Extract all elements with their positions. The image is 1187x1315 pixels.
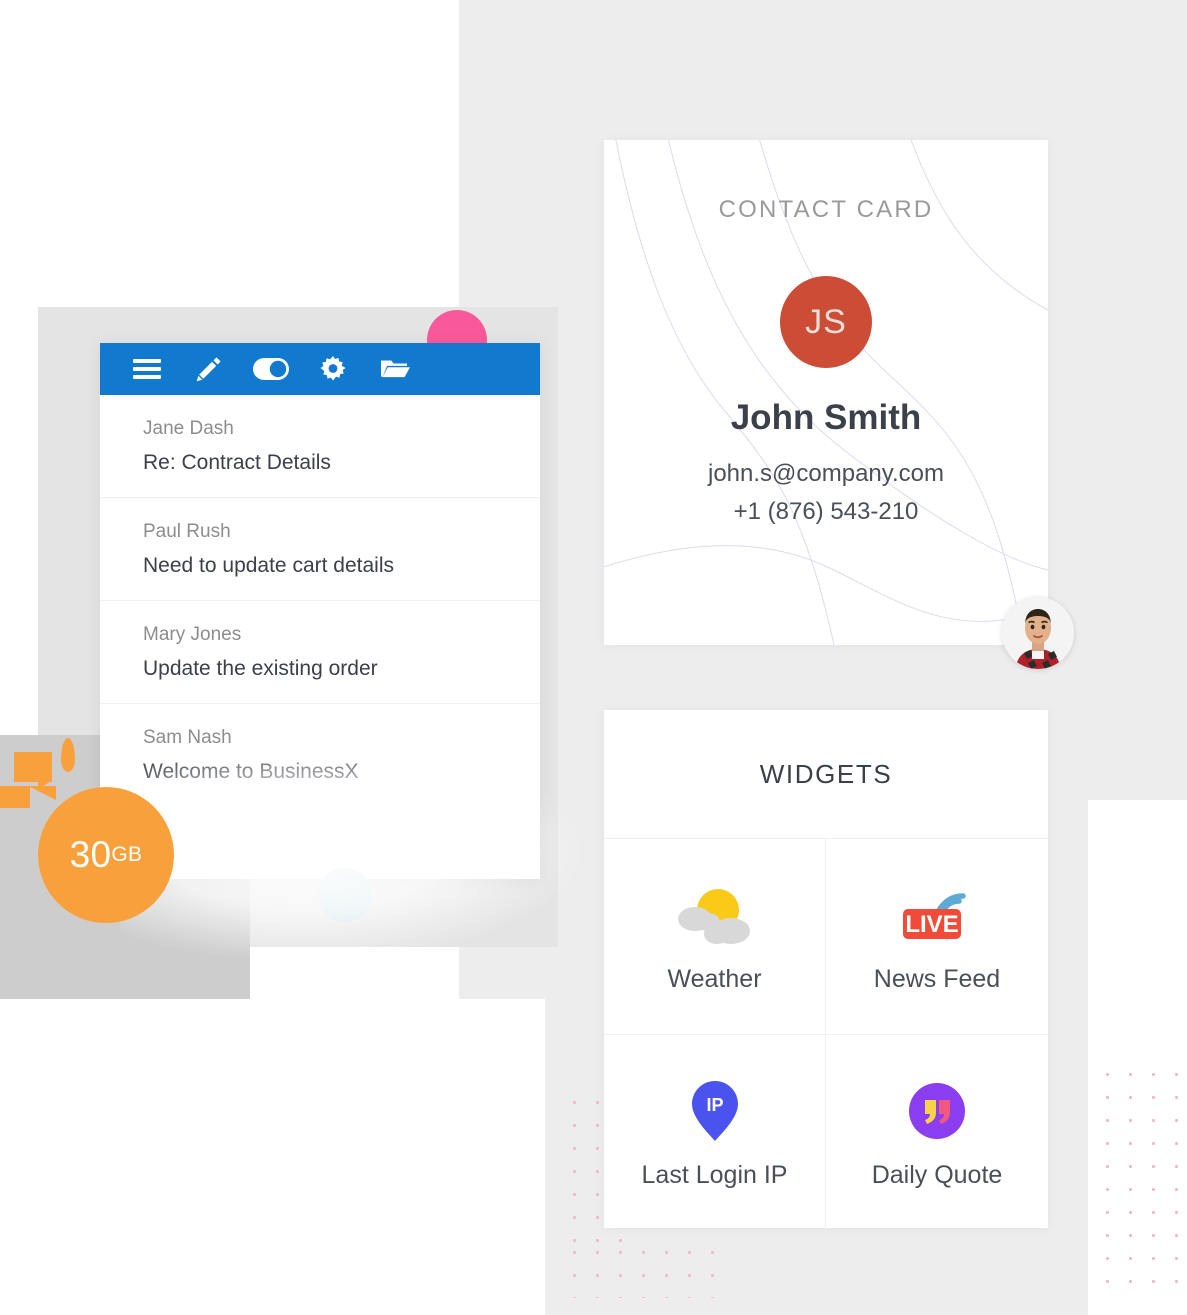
- widget-label: Weather: [667, 965, 762, 993]
- decorative-circle-lightblue: [318, 868, 372, 922]
- dot-grid-pattern-horizontal: [560, 1238, 722, 1298]
- message-subject: Update the existing order: [143, 657, 378, 680]
- toggle-switch-icon[interactable]: [240, 343, 302, 395]
- live-broadcast-icon: LIVE: [897, 879, 977, 951]
- page-title: CONTACT CARD: [718, 196, 934, 223]
- chat-bubble-icon: [14, 752, 52, 790]
- map-pin-ip-icon: IP: [687, 1075, 743, 1147]
- message-sender: Paul Rush: [143, 521, 231, 542]
- message-sender: Sam Nash: [143, 727, 232, 748]
- widget-daily-quote[interactable]: Daily Quote: [826, 1035, 1048, 1230]
- svg-text:IP: IP: [706, 1095, 723, 1115]
- contact-email[interactable]: john.s@company.com: [604, 460, 1048, 488]
- message-subject: Re: Contract Details: [143, 451, 331, 474]
- quotation-mark-icon: [906, 1075, 968, 1147]
- contact-card: CONTACT CARD JS John Smith john.s@compan…: [604, 140, 1048, 645]
- list-item[interactable]: Mary Jones Update the existing order: [100, 601, 540, 704]
- avatar-initials: JS: [805, 302, 847, 341]
- sun-behind-cloud-icon: [677, 879, 753, 951]
- message-subject: Welcome to BusinessX: [143, 760, 359, 783]
- contact-name: John Smith: [730, 398, 922, 437]
- widgets-title: WIDGETS: [604, 710, 1048, 839]
- decorative-teardrop: [61, 738, 75, 772]
- storage-badge: 30 GB: [38, 787, 174, 923]
- storage-amount: 30: [69, 834, 112, 875]
- message-sender: Mary Jones: [143, 624, 242, 645]
- svg-text:LIVE: LIVE: [905, 911, 958, 938]
- chat-bubble-icon-secondary: [0, 786, 56, 808]
- list-item[interactable]: Sam Nash Welcome to BusinessX: [100, 704, 540, 806]
- folder-open-icon[interactable]: [364, 343, 426, 395]
- background-panel-bottom-left: [0, 999, 545, 1315]
- message-subject: Need to update cart details: [143, 554, 394, 577]
- mail-toolbar: [100, 343, 540, 395]
- widget-label: News Feed: [873, 965, 1001, 993]
- avatar: JS: [780, 276, 872, 368]
- widget-news-feed[interactable]: LIVE News Feed: [826, 839, 1048, 1035]
- menu-icon[interactable]: [116, 343, 178, 395]
- contact-phone[interactable]: +1 (876) 543-210: [604, 498, 1048, 526]
- user-photo-avatar[interactable]: [1002, 597, 1074, 669]
- list-item[interactable]: Jane Dash Re: Contract Details: [100, 395, 540, 498]
- gear-icon[interactable]: [302, 343, 364, 395]
- page-canvas: Jane Dash Re: Contract Details Paul Rush…: [0, 0, 1187, 1315]
- message-sender: Jane Dash: [143, 418, 234, 439]
- storage-unit: GB: [111, 843, 143, 866]
- widget-last-login-ip[interactable]: IP Last Login IP: [604, 1035, 826, 1230]
- widget-weather[interactable]: Weather: [604, 839, 826, 1035]
- widgets-card: WIDGETS Weather LIVE News Feed IP Last L…: [604, 710, 1048, 1230]
- mail-app-card: Jane Dash Re: Contract Details Paul Rush…: [100, 343, 540, 879]
- widget-label: Daily Quote: [871, 1161, 1003, 1189]
- edit-pencil-icon[interactable]: [178, 343, 240, 395]
- list-item[interactable]: Paul Rush Need to update cart details: [100, 498, 540, 601]
- background-strip-right: [1088, 0, 1187, 800]
- widget-label: Last Login IP: [641, 1161, 788, 1189]
- background-panel-top-left: [0, 0, 459, 303]
- mail-message-list: Jane Dash Re: Contract Details Paul Rush…: [100, 395, 540, 806]
- widgets-grid: Weather LIVE News Feed IP Last Login IP …: [604, 839, 1048, 1230]
- dot-grid-pattern-right: [1093, 1060, 1187, 1290]
